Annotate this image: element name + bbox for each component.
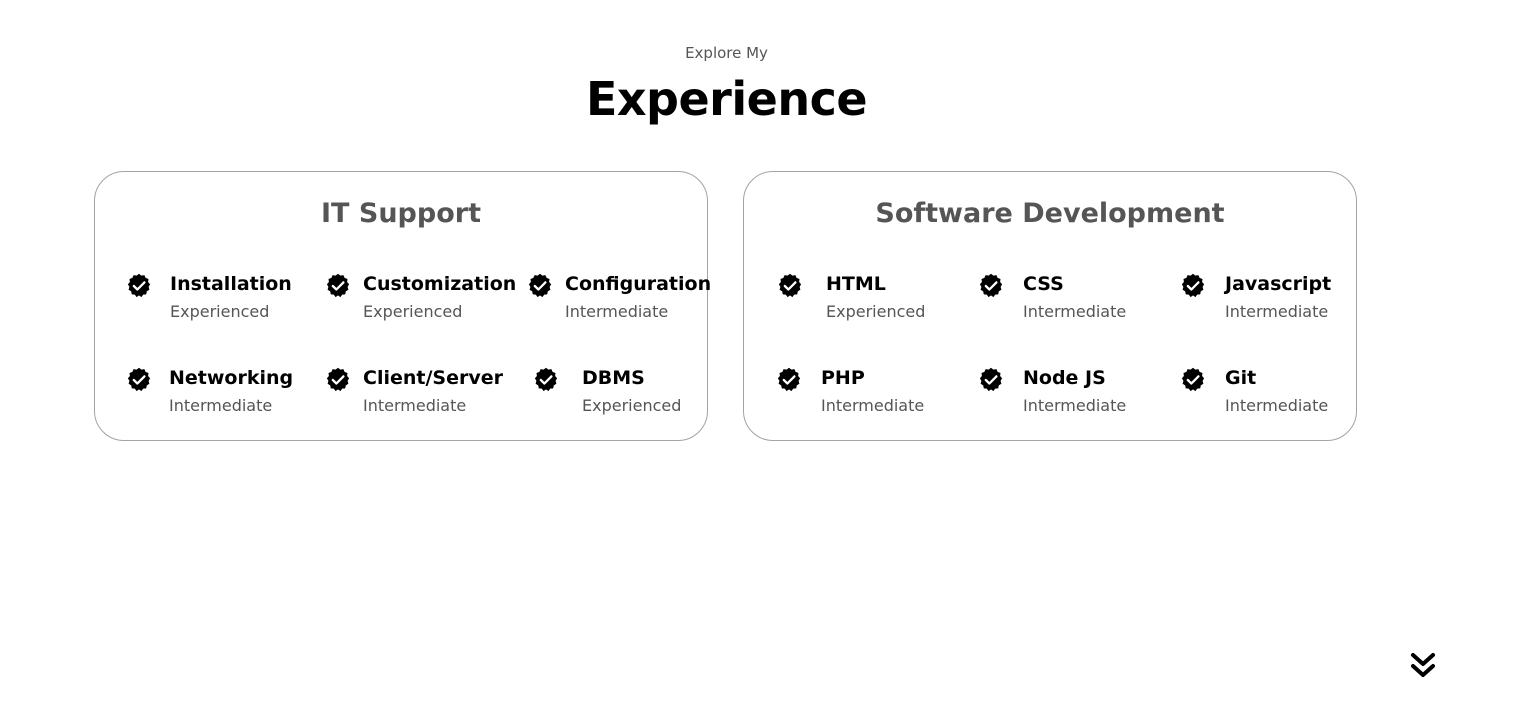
verified-check-icon [325, 273, 351, 299]
double-chevron-down-icon[interactable] [1410, 652, 1436, 680]
skill-level: Intermediate [169, 396, 273, 415]
skill-name: CSS [1023, 273, 1064, 295]
experience-card-it-support: IT Support Installation Experienced Cust… [94, 171, 712, 441]
verified-check-icon [776, 367, 802, 393]
skill-level: Intermediate [1225, 396, 1329, 415]
verified-check-icon [978, 273, 1004, 299]
skill-level: Intermediate [1023, 396, 1127, 415]
skill-level: Intermediate [565, 302, 669, 321]
verified-check-icon [126, 367, 152, 393]
verified-check-icon [1180, 367, 1206, 393]
skill-name: Customization [363, 273, 517, 295]
skill-level: Intermediate [821, 396, 925, 415]
skill-name: Client/Server [363, 367, 503, 389]
skill-name: PHP [821, 367, 865, 389]
skill-name: Git [1225, 367, 1257, 389]
skill-name: Installation [170, 273, 292, 295]
experience-card-software-development: Software Development HTML Experienced CS… [743, 171, 1357, 441]
card-title: IT Support [321, 198, 481, 229]
skill-level: Experienced [582, 396, 682, 415]
skill-level: Experienced [170, 302, 270, 321]
skill-name: DBMS [582, 367, 645, 389]
card-title: Software Development [875, 198, 1225, 229]
verified-check-icon [126, 273, 152, 299]
skill-name: Node JS [1023, 367, 1106, 389]
verified-check-icon [1180, 273, 1206, 299]
skill-name: Configuration [565, 273, 712, 295]
skill-name: Javascript [1225, 273, 1332, 295]
verified-check-icon [325, 367, 351, 393]
verified-check-icon [978, 367, 1004, 393]
experience-section: Explore My Experience IT Support Install… [0, 0, 1514, 703]
section-title: Experience [585, 72, 868, 126]
verified-check-icon [533, 367, 559, 393]
skill-level: Intermediate [363, 396, 467, 415]
skill-name: HTML [826, 273, 886, 295]
skill-level: Intermediate [1225, 302, 1329, 321]
skill-level: Experienced [363, 302, 463, 321]
section-subtitle: Explore My [685, 44, 768, 62]
skill-level: Experienced [826, 302, 926, 321]
verified-check-icon [527, 273, 553, 299]
skill-name: Networking [169, 367, 294, 389]
skill-level: Intermediate [1023, 302, 1127, 321]
verified-check-icon [777, 273, 803, 299]
